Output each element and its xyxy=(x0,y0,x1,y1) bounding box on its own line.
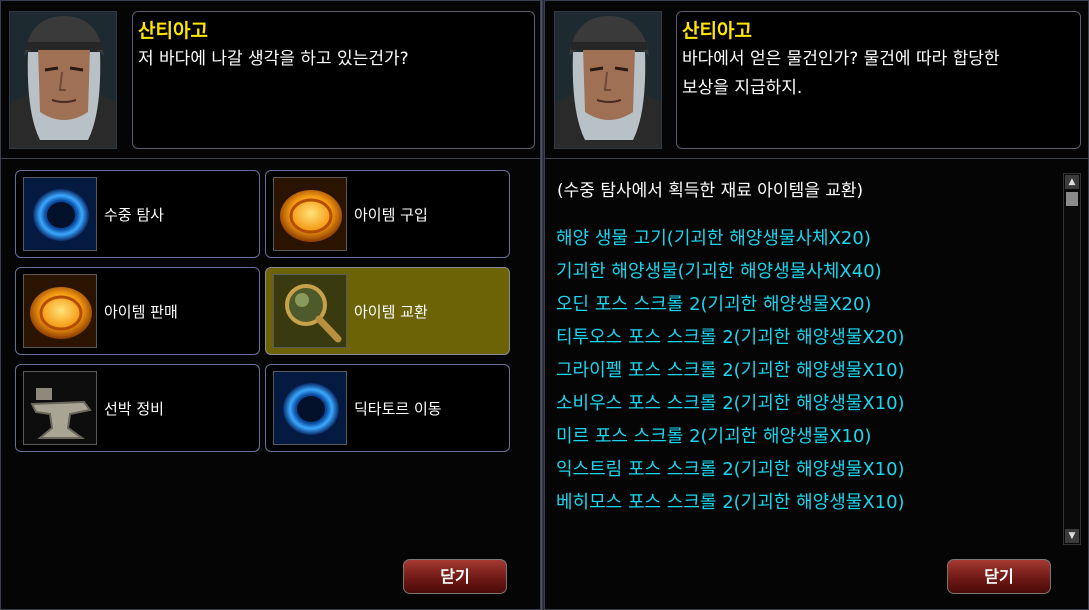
npc-dialog-box: 산티아고 저 바다에 나갈 생각을 하고 있는건가? xyxy=(132,11,535,149)
scroll-up-arrow-icon[interactable]: ▲ xyxy=(1065,175,1079,189)
menu-label: 수중 탐사 xyxy=(104,206,164,224)
exchange-item[interactable]: 베히모스 포스 스크롤 2(기괴한 해양생물X10) xyxy=(556,493,905,513)
scroll-thumb[interactable] xyxy=(1066,192,1078,206)
divider xyxy=(545,158,1088,159)
menu-buy-item-button[interactable]: 아이템 구입 xyxy=(265,170,510,258)
npc-dialog-box: 산티아고 바다에서 얻은 물건인가? 물건에 따라 합당한 보상을 지급하지. xyxy=(676,11,1081,149)
npc-name: 산티아고 xyxy=(682,20,752,42)
close-button[interactable]: 닫기 xyxy=(403,559,507,594)
npc-portrait xyxy=(9,11,117,149)
menu-label: 아이템 구입 xyxy=(354,206,428,224)
exchange-item[interactable]: 익스트림 포스 스크롤 2(기괴한 해양생물X10) xyxy=(556,460,905,480)
menu-label: 아이템 판매 xyxy=(104,303,178,321)
exchange-item[interactable]: 오딘 포스 스크롤 2(기괴한 해양생물X20) xyxy=(556,295,871,315)
menu-label: 아이템 교환 xyxy=(354,303,428,321)
scroll-down-arrow-icon[interactable]: ▼ xyxy=(1065,529,1079,543)
gold-coin-icon xyxy=(23,274,97,348)
exchange-list: (수중 탐사에서 획득한 재료 아이템을 교환) 해양 생물 고기(기괴한 해양… xyxy=(551,173,1086,548)
exchange-item[interactable]: 미르 포스 스크롤 2(기괴한 해양생물X10) xyxy=(556,427,871,447)
menu-label: 딕타토르 이동 xyxy=(354,400,442,418)
menu-underwater-explore-button[interactable]: 수중 탐사 xyxy=(15,170,260,258)
magnifier-icon xyxy=(273,274,347,348)
exchange-item[interactable]: 티투오스 포스 스크롤 2(기괴한 해양생물X20) xyxy=(556,328,905,348)
exchange-item[interactable]: 기괴한 해양생물(기괴한 해양생물사체X40) xyxy=(556,262,882,282)
exchange-list-header: (수중 탐사에서 획득한 재료 아이템을 교환) xyxy=(557,181,864,201)
blue-portal-ring-icon xyxy=(23,177,97,251)
npc-dialog-text-line1: 바다에서 얻은 물건인가? 물건에 따라 합당한 xyxy=(682,49,1000,69)
menu-ship-repair-button[interactable]: 선박 정비 xyxy=(15,364,260,452)
gold-coin-icon xyxy=(273,177,347,251)
npc-portrait xyxy=(554,11,662,149)
divider xyxy=(1,158,540,159)
anvil-icon xyxy=(23,371,97,445)
scrollbar[interactable]: ▲ ▼ xyxy=(1063,173,1081,545)
exchange-panel: 산티아고 바다에서 얻은 물건인가? 물건에 따라 합당한 보상을 지급하지. … xyxy=(544,0,1089,610)
npc-menu-panel: 산티아고 저 바다에 나갈 생각을 하고 있는건가? 수중 탐사 아이템 구입 … xyxy=(0,0,541,610)
exchange-item[interactable]: 그라이펠 포스 스크롤 2(기괴한 해양생물X10) xyxy=(556,361,905,381)
npc-dialog-text: 저 바다에 나갈 생각을 하고 있는건가? xyxy=(138,49,409,69)
blue-portal-ring-icon xyxy=(273,371,347,445)
exchange-item[interactable]: 해양 생물 고기(기괴한 해양생물사체X20) xyxy=(556,229,871,249)
menu-dictator-move-button[interactable]: 딕타토르 이동 xyxy=(265,364,510,452)
npc-name: 산티아고 xyxy=(138,20,208,42)
close-button[interactable]: 닫기 xyxy=(947,559,1051,594)
npc-dialog-text-line2: 보상을 지급하지. xyxy=(682,78,803,98)
menu-exchange-item-button[interactable]: 아이템 교환 xyxy=(265,267,510,355)
menu-label: 선박 정비 xyxy=(104,400,164,418)
menu-sell-item-button[interactable]: 아이템 판매 xyxy=(15,267,260,355)
exchange-item[interactable]: 소비우스 포스 스크롤 2(기괴한 해양생물X10) xyxy=(556,394,905,414)
